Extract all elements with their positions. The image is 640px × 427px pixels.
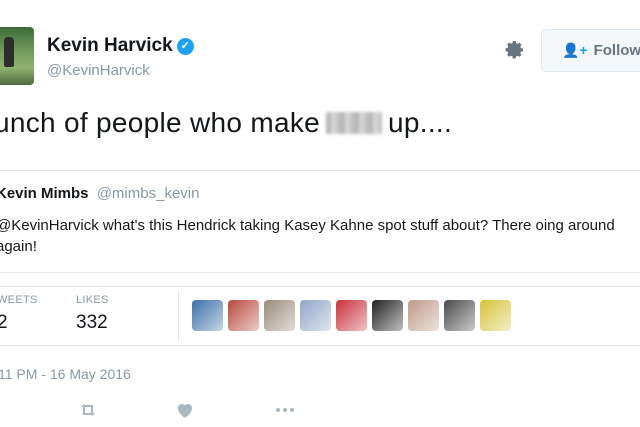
author-handle[interactable]: @KevinHarvick: [47, 62, 150, 79]
follow-label: Follow: [593, 42, 640, 59]
quoted-author-name: Kevin Mimbs: [0, 185, 89, 202]
liker-avatar[interactable]: [336, 300, 367, 331]
quoted-tweet-author: Kevin Mimbs @mimbs_kevin: [0, 185, 199, 202]
liker-avatar[interactable]: [444, 300, 475, 331]
censored-word-blur: [326, 112, 383, 134]
tweet-text: unch of people who make up....: [0, 107, 452, 139]
retweets-label[interactable]: WEETS: [0, 294, 38, 306]
liker-avatar[interactable]: [300, 300, 331, 331]
stats-divider: [178, 291, 179, 341]
tweet-timestamp[interactable]: 11 PM - 16 May 2016: [0, 366, 131, 382]
likes-label[interactable]: LIKES: [76, 294, 109, 306]
author-name[interactable]: Kevin Harvick ✓: [47, 35, 194, 57]
avatar-figure: [4, 37, 14, 67]
quoted-tweet[interactable]: Kevin Mimbs @mimbs_kevin @KevinHarvick w…: [0, 170, 640, 273]
tweet-text-before: unch of people who make: [0, 107, 321, 138]
liker-avatar[interactable]: [372, 300, 403, 331]
divider-top: [0, 286, 640, 287]
verified-badge-icon: ✓: [176, 38, 194, 55]
quoted-tweet-text: @KevinHarvick what's this Hendrick takin…: [0, 217, 615, 255]
author-avatar[interactable]: [0, 27, 34, 85]
divider-bottom: [0, 345, 640, 346]
quoted-author-handle: @mimbs_kevin: [96, 185, 200, 202]
author-name-text: Kevin Harvick: [47, 35, 173, 56]
heart-icon[interactable]: [173, 398, 197, 422]
gear-icon[interactable]: [501, 37, 527, 63]
more-icon[interactable]: [273, 398, 297, 422]
follow-button[interactable]: 👤+ Follow: [541, 29, 640, 72]
liker-avatar[interactable]: [192, 300, 223, 331]
liker-avatar[interactable]: [228, 300, 259, 331]
retweets-count[interactable]: 2: [0, 312, 8, 334]
liker-avatar[interactable]: [264, 300, 295, 331]
likers-avatars: [192, 300, 511, 331]
tweet-text-after: up....: [388, 107, 453, 138]
person-plus-icon: 👤+: [562, 42, 588, 58]
likes-count[interactable]: 332: [76, 312, 108, 334]
liker-avatar[interactable]: [480, 300, 511, 331]
retweet-icon[interactable]: [76, 398, 100, 422]
liker-avatar[interactable]: [408, 300, 439, 331]
